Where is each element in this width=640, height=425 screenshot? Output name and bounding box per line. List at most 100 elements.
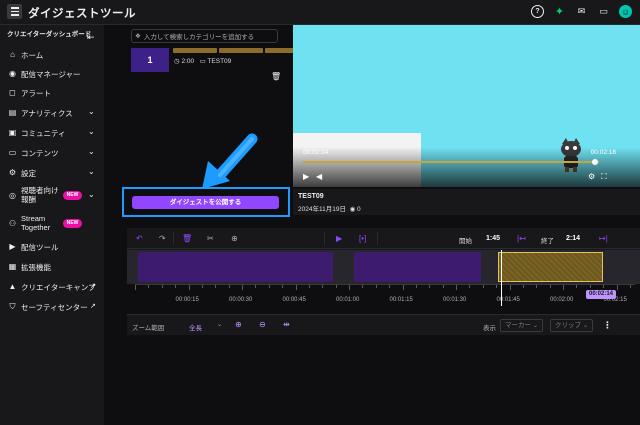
avatar[interactable]: ☺ [619,5,632,18]
ruler-tick [456,285,457,290]
clip-segment[interactable] [354,252,481,282]
end-label: 終了 [541,238,554,245]
ruler-tick [335,285,337,288]
sidebar-item-content[interactable]: ▭ コンテンツ ⌄ [0,144,104,162]
play-timeline-icon[interactable]: ▶ [336,234,342,243]
seek-bar[interactable] [303,161,599,163]
video-title: TEST09 [298,193,324,200]
ruler-tick-label: 00:01:45 [496,297,520,303]
sidebar-item-label: 拡張機能 [21,263,51,272]
more-options-icon[interactable]: ⋮ [603,320,612,331]
sidebar-item-label: クリエイターキャンプ [21,283,96,292]
rewards-icon: ◎ [9,191,16,200]
delete-icon[interactable]: 🗑 [182,234,192,243]
timeline-footer: ズーム範囲 全長 ⌄ ⊕ ⊖ ⇹ 表示 マーカー ⌄ クリップ ⌄ ⋮ [127,314,640,335]
video-date: 2024年11月19日 [298,206,346,213]
current-time: 00:02:14 [303,149,329,156]
main-area: ❖ 入力して検索しカテゴリーを追加する 1 ◷ 2:00 ▭ TEST09 🗑 [104,25,640,425]
sidebar-item-home[interactable]: ⌂ ホーム [0,46,104,64]
clip-item[interactable]: 1 ◷ 2:00 ▭ TEST09 🗑 [131,47,309,81]
clip-track[interactable] [127,250,640,284]
sidebar-item-viewer-rewards[interactable]: ◎ 視聴者向け報酬 NEW ⌄ [0,185,104,207]
volume-icon[interactable]: ◀ [316,172,322,181]
chevron-down-icon: ⌄ [88,107,95,116]
sidebar-item-extensions[interactable]: ▦ 拡張機能 [0,258,104,276]
sidebar-item-label: 設定 [21,169,36,178]
clip-meta: ◷ 2:00 ▭ TEST09 [174,57,231,65]
ruler-tick [201,285,203,288]
alert-icon: ◻ [9,88,16,97]
sidebar-item-creator-camp[interactable]: ▲ クリエイターキャンプ ↗ [0,278,104,296]
new-badge: NEW [63,219,82,228]
content-icon: ▭ [8,148,17,157]
stream-tools-icon: ▶ [9,242,16,251]
sidebar-item-label: 配信マネージャー [21,70,81,79]
cut-icon[interactable]: ✂ [207,234,214,243]
ruler-tick [268,285,270,288]
fit-width-icon[interactable]: ⇹ [283,320,290,329]
set-start-icon[interactable]: |↤ [517,234,526,243]
sidebar-item-stream-together[interactable]: ⚇ Stream Together NEW [0,213,104,235]
ruler-tick [549,285,551,288]
publish-digest-button[interactable]: ダイジェストを公開する [132,196,279,209]
sidebar-item-label: 視聴者向け報酬 [21,186,59,204]
clip-segment[interactable] [138,252,333,282]
end-value[interactable]: 2:14 [566,235,580,242]
ruler-tick [308,285,310,288]
redo-icon[interactable]: ↷ [159,234,166,243]
fit-icon[interactable]: [•] [359,234,366,243]
undo-icon[interactable]: ↶ [136,234,143,243]
set-end-icon[interactable]: ↦| [599,234,608,243]
ruler-tick [215,285,217,288]
settings-gear-icon[interactable]: ⚙ [588,172,595,181]
help-icon[interactable]: ? [531,5,544,18]
time-ruler[interactable]: 00:00:15 00:00:30 00:00:45 00:01:00 00:01:15… [127,284,640,314]
total-time: 00:02:18 [590,149,616,156]
sidebar-item-label: ホーム [21,51,44,60]
add-icon[interactable]: ⊕ [231,234,238,243]
selected-clip-segment[interactable] [498,252,603,282]
zoom-out-icon[interactable]: ⊖ [259,320,266,329]
ruler-tick [175,285,177,288]
sparkle-icon[interactable]: ✦ [553,5,566,18]
view-count: 0 [357,206,361,213]
zoom-in-icon[interactable]: ⊕ [235,320,242,329]
zoom-select[interactable]: 全長 [189,322,202,332]
seek-handle[interactable] [592,159,598,165]
clip-title: TEST09 [207,58,232,65]
sidebar-item-stream-tools[interactable]: ▶ 配信ツール [0,238,104,256]
sidebar-item-safety-center[interactable]: ⛉ セーフティセンター ↗ [0,298,104,316]
fullscreen-icon[interactable]: ⛶ [601,172,607,182]
start-value[interactable]: 1:45 [486,235,500,242]
clip-dropdown[interactable]: クリップ ⌄ [550,319,594,332]
sidebar-item-analytics[interactable]: ▤ アナリティクス ⌄ [0,104,104,122]
play-icon[interactable]: ▶ [303,172,309,181]
ruler-tick [589,285,591,288]
inbox-icon[interactable]: ✉ [575,5,588,18]
sidebar: クリエイターダッシュボード ⇤ ⌂ ホーム ◉ 配信マネージャー ◻ アラート … [0,25,104,425]
video-info: TEST09 2024年11月19日 ◉ 0 [293,189,640,215]
chevron-down-icon: ⌄ [88,147,95,156]
sidebar-item-label: セーフティセンター [21,303,88,312]
menu-icon[interactable] [7,4,22,19]
sidebar-item-alerts[interactable]: ◻ アラート [0,84,104,102]
collapse-sidebar-icon[interactable]: ⇤ [87,32,95,43]
ruler-tick [188,285,190,290]
chevron-down-icon: ⌄ [88,167,95,176]
community-icon: ▣ [8,128,17,137]
playhead[interactable] [501,250,502,306]
chat-icon[interactable]: ▭ [597,5,610,18]
pointer-arrow-icon [202,133,258,189]
delete-clip-icon[interactable]: 🗑 [271,72,281,81]
ruler-tick [322,285,324,288]
chevron-down-icon[interactable]: ⌄ [217,321,222,328]
category-search-input[interactable]: ❖ 入力して検索しカテゴリーを追加する [131,29,278,43]
safety-icon: ⛉ [9,302,16,311]
sidebar-item-settings[interactable]: ⚙ 設定 ⌄ [0,164,104,182]
sidebar-item-community[interactable]: ▣ コミュニティ ⌄ [0,124,104,142]
marker-dropdown[interactable]: マーカー ⌄ [500,319,544,332]
sidebar-item-stream-manager[interactable]: ◉ 配信マネージャー [0,65,104,83]
ruler-tick [228,285,230,288]
ruler-tick [496,285,498,288]
video-player[interactable]: 00:02:14 00:02:18 ▶ ◀ ⚙ ⛶ [293,25,640,187]
